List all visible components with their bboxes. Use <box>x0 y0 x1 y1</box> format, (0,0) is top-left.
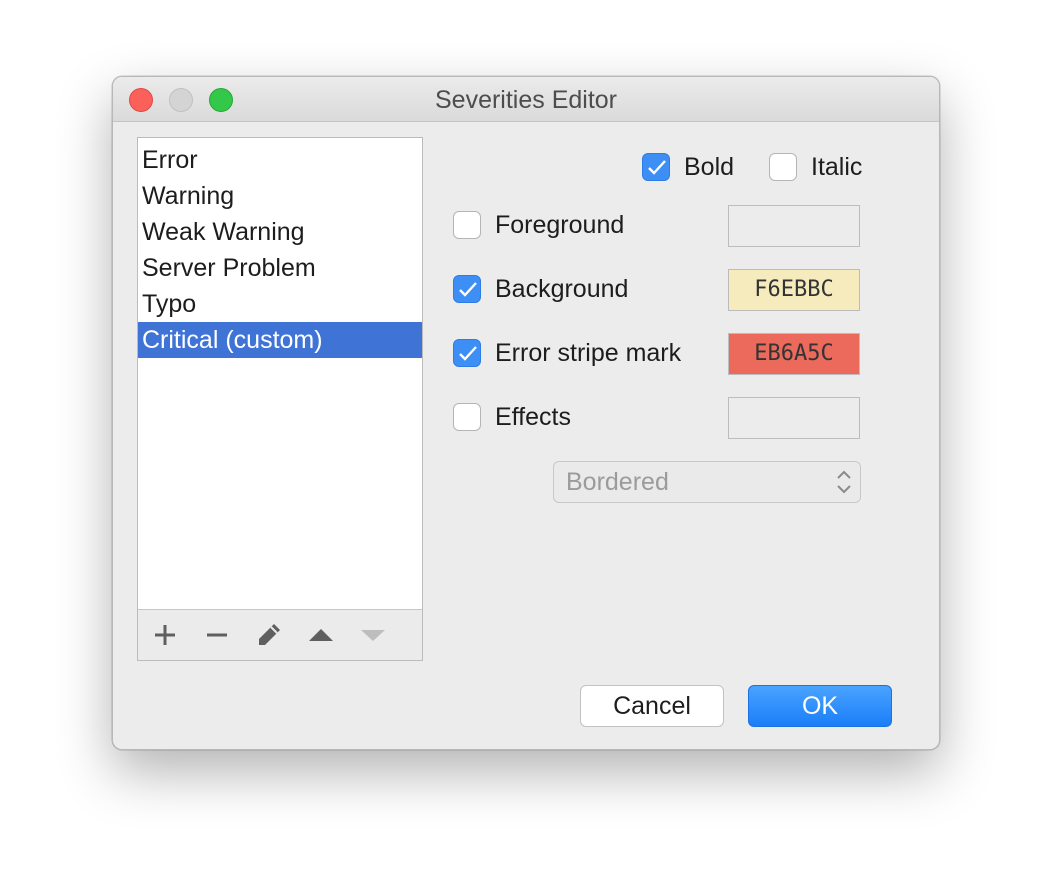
error-stripe-label: Error stripe mark <box>495 339 682 367</box>
error-stripe-color-swatch[interactable]: EB6A5C <box>728 333 860 375</box>
severity-list-panel: Error Warning Weak Warning Server Proble… <box>137 137 423 661</box>
cancel-button[interactable]: Cancel <box>580 685 724 727</box>
remove-icon <box>207 633 227 637</box>
edit-button[interactable] <box>253 619 285 651</box>
bold-label: Bold <box>684 153 735 181</box>
foreground-color-swatch[interactable] <box>728 205 860 247</box>
checkmark-icon <box>459 282 477 297</box>
list-item-error[interactable]: Error <box>138 142 422 178</box>
chevron-up-down-icon <box>837 470 851 494</box>
list-item-server-problem[interactable]: Server Problem <box>138 250 422 286</box>
effects-label: Effects <box>495 403 571 431</box>
effect-type-select[interactable]: Bordered <box>553 461 861 503</box>
list-item-typo[interactable]: Typo <box>138 286 422 322</box>
effects-checkbox[interactable] <box>453 403 481 431</box>
list-item-warning[interactable]: Warning <box>138 178 422 214</box>
remove-button[interactable] <box>201 619 233 651</box>
move-down-button <box>357 619 389 651</box>
italic-checkbox[interactable] <box>769 153 797 181</box>
bold-checkbox[interactable] <box>642 153 670 181</box>
edit-icon <box>259 624 280 645</box>
list-toolbar <box>138 609 422 660</box>
window-title: Severities Editor <box>434 86 618 114</box>
move-up-button[interactable] <box>305 619 337 651</box>
move-up-icon <box>309 629 333 641</box>
error-stripe-checkbox[interactable] <box>453 339 481 367</box>
checkmark-icon <box>648 160 666 175</box>
background-color-swatch[interactable]: F6EBBC <box>728 269 860 311</box>
foreground-checkbox[interactable] <box>453 211 481 239</box>
ok-button[interactable]: OK <box>748 685 892 727</box>
effects-color-swatch[interactable] <box>728 397 860 439</box>
list-item-critical-custom[interactable]: Critical (custom) <box>138 322 422 358</box>
background-label: Background <box>495 275 629 303</box>
title-bar[interactable]: Severities Editor <box>113 77 939 122</box>
effect-type-value: Bordered <box>566 468 669 496</box>
move-down-icon <box>361 630 385 641</box>
italic-label: Italic <box>811 153 863 181</box>
add-icon <box>155 625 175 645</box>
background-checkbox[interactable] <box>453 275 481 303</box>
add-button[interactable] <box>149 619 181 651</box>
list-item-weak-warning[interactable]: Weak Warning <box>138 214 422 250</box>
severity-list[interactable]: Error Warning Weak Warning Server Proble… <box>138 142 422 358</box>
severities-editor-dialog: Severities Editor Error Warning Weak War… <box>112 76 940 750</box>
foreground-label: Foreground <box>495 211 625 239</box>
checkmark-icon <box>459 346 477 361</box>
